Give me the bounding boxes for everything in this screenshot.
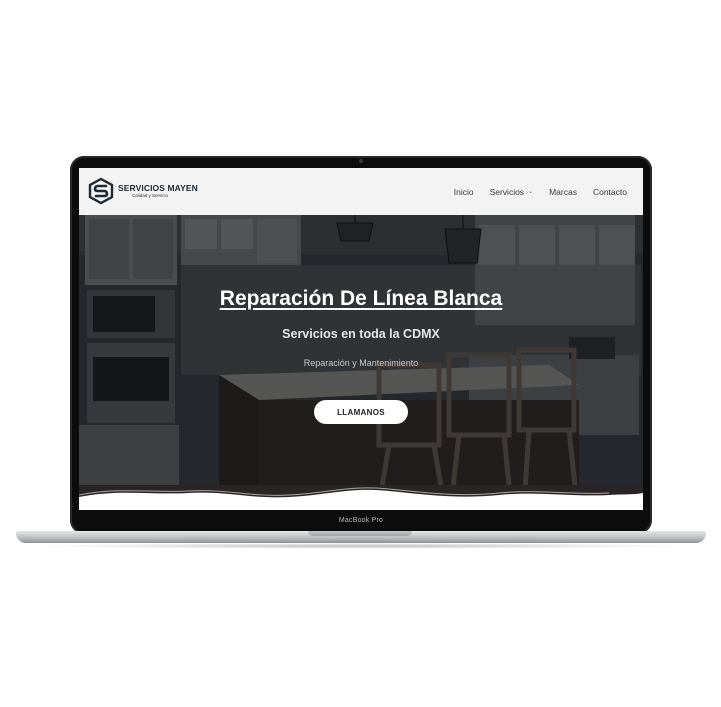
- main-nav: Inicio Servicios ⌄ Marcas Contacto: [454, 168, 627, 215]
- site-header: SERVICIOS MAYEN Calidad y Servicio Inici…: [79, 168, 643, 215]
- chevron-down-icon: ⌄: [528, 189, 534, 195]
- device-label: MacBook Pro: [338, 517, 384, 524]
- nav-item-contacto[interactable]: Contacto: [593, 187, 627, 197]
- screen: SERVICIOS MAYEN Calidad y Servicio Inici…: [79, 168, 643, 510]
- hero-subtitle: Servicios en toda la CDMX: [282, 327, 440, 341]
- nav-label: Marcas: [549, 186, 577, 197]
- hero-tagline: Reparación y Mantenimiento: [303, 358, 419, 368]
- hero-title[interactable]: Reparación De Línea Blanca: [79, 287, 643, 311]
- logo-hexagon-icon: [88, 177, 114, 205]
- call-button[interactable]: LLAMANOS: [314, 400, 408, 424]
- wave-divider: [79, 487, 643, 510]
- nav-item-inicio[interactable]: Inicio: [454, 187, 474, 197]
- laptop-shadow: [30, 543, 692, 549]
- nav-item-marcas[interactable]: Marcas: [549, 187, 577, 197]
- laptop-mockup: SERVICIOS MAYEN Calidad y Servicio Inici…: [0, 0, 721, 707]
- nav-label: Servicios: [489, 186, 525, 197]
- nav-label: Contacto: [592, 186, 627, 197]
- logo-tagline: Calidad y Servicio: [132, 193, 169, 198]
- laptop-notch: [308, 531, 412, 536]
- nav-label: Inicio: [453, 186, 474, 197]
- nav-item-servicios[interactable]: Servicios ⌄: [490, 187, 534, 197]
- hero-section: Reparación De Línea Blanca Servicios en …: [79, 215, 643, 510]
- logo[interactable]: SERVICIOS MAYEN Calidad y Servicio: [87, 177, 198, 205]
- camera-icon: [359, 159, 363, 163]
- logo-name: SERVICIOS MAYEN: [118, 182, 198, 193]
